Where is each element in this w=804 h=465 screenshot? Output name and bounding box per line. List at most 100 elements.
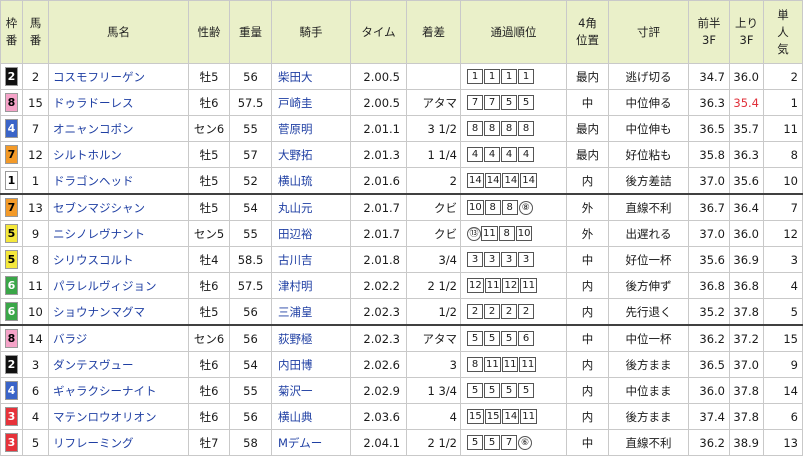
- horse-number: 2: [22, 63, 49, 90]
- table-row: 8 15 ドゥラドーレス 牡6 57.5 戸崎圭 2.00.5 アタマ 7 7 5 5 中中位伸る 36.…: [0, 89, 803, 116]
- horse-name-link[interactable]: ダンテスヴュー: [48, 351, 189, 378]
- jockey-link[interactable]: 柴田大: [271, 63, 351, 90]
- horse-number: 3: [22, 351, 49, 378]
- horse-number: 4: [22, 403, 49, 430]
- margin: 2 1/2: [406, 429, 461, 456]
- popularity: 12: [763, 220, 803, 247]
- last-3f: 35.4: [729, 89, 764, 116]
- horse-name-link[interactable]: コスモフリーゲン: [48, 63, 189, 90]
- jockey-link[interactable]: 横山琉: [271, 167, 351, 195]
- margin: 1 3/4: [406, 377, 461, 404]
- horse-name-link[interactable]: ニシノレヴナント: [48, 220, 189, 247]
- horse-name-link[interactable]: オニャンコポン: [48, 115, 189, 142]
- header-last3f: 上り3F: [729, 0, 764, 64]
- popularity: 2: [763, 63, 803, 90]
- jockey-link[interactable]: 三浦皇: [271, 298, 351, 326]
- last-3f: 36.0: [729, 220, 764, 247]
- horse-name-link[interactable]: シリウスコルト: [48, 246, 189, 273]
- corner4-position: 中: [566, 324, 609, 352]
- jockey-link[interactable]: 戸崎圭: [271, 89, 351, 116]
- race-comment: 直線不利: [608, 193, 689, 221]
- first-3f: 36.5: [688, 115, 730, 142]
- header-jockey: 騎手: [271, 0, 351, 64]
- margin: 2 1/2: [406, 272, 461, 299]
- weight: 57.5: [229, 89, 272, 116]
- passing-position-box: 4: [518, 147, 534, 162]
- jockey-link[interactable]: 菅原明: [271, 115, 351, 142]
- finish-time: 2.03.6: [350, 403, 407, 430]
- popularity: 5: [763, 298, 803, 326]
- header-passing: 通過順位: [460, 0, 567, 64]
- jockey-link[interactable]: 古川吉: [271, 246, 351, 273]
- jockey-link[interactable]: 田辺裕: [271, 220, 351, 247]
- jockey-link[interactable]: Mデムー: [271, 429, 351, 456]
- gate-badge: 1: [5, 171, 18, 190]
- passing-position-box: 5: [467, 435, 483, 450]
- jockey-link[interactable]: 菊沢一: [271, 377, 351, 404]
- passing-order: 5555: [460, 377, 567, 404]
- corner4-position: 中: [566, 246, 609, 273]
- popularity: 1: [763, 89, 803, 116]
- passing-position-box: 10: [515, 226, 533, 241]
- passing-position-box: 5: [501, 95, 517, 110]
- horse-name-link[interactable]: ドラゴンヘッド: [48, 167, 189, 195]
- popularity: 13: [763, 429, 803, 456]
- passing-position-box: 4: [501, 147, 517, 162]
- horse-name-link[interactable]: ショウナンマグマ: [48, 298, 189, 326]
- finish-time: 2.01.8: [350, 246, 407, 273]
- passing-position-box: 11: [501, 357, 519, 372]
- first-3f: 36.3: [688, 89, 730, 116]
- passing-position-box: 5: [467, 331, 483, 346]
- passing-order: 10 8 8 ⑧: [460, 193, 567, 221]
- horse-name-link[interactable]: リフレーミング: [48, 429, 189, 456]
- sex-age: セン5: [188, 220, 230, 247]
- passing-position-circled: ⑬: [467, 226, 481, 241]
- jockey-link[interactable]: 大野拓: [271, 141, 351, 168]
- horse-name-link[interactable]: パラレルヴィジョン: [48, 272, 189, 299]
- last-3f: 37.8: [729, 298, 764, 326]
- gate-cell: 7: [0, 141, 23, 168]
- gate-badge: 4: [5, 381, 18, 400]
- corner4-position: 外: [566, 193, 609, 221]
- last-3f: 36.3: [729, 141, 764, 168]
- table-row: 4 6 ギャラクシーナイト 牡6 55 菊沢一 2.02.9 1 3/4 5 5 5 5 内中位まま 36…: [0, 377, 803, 404]
- sex-age: 牡5: [188, 193, 230, 221]
- horse-number: 5: [22, 429, 49, 456]
- weight: 52: [229, 167, 272, 195]
- jockey-link[interactable]: 内田博: [271, 351, 351, 378]
- horse-name-link[interactable]: セブンマジシャン: [48, 193, 189, 221]
- horse-name-link[interactable]: バラジ: [48, 324, 189, 352]
- passing-order: 2222: [460, 298, 567, 326]
- jockey-link[interactable]: 荻野極: [271, 324, 351, 352]
- first-3f: 37.0: [688, 167, 730, 195]
- passing-position-box: 7: [484, 95, 500, 110]
- passing-position-box: 12: [502, 278, 520, 293]
- corner4-position: 最内: [566, 63, 609, 90]
- gate-cell: 7: [0, 193, 23, 221]
- jockey-link[interactable]: 丸山元: [271, 193, 351, 221]
- margin: 3/4: [406, 246, 461, 273]
- jockey-link[interactable]: 横山典: [271, 403, 351, 430]
- passing-position-box: 3: [501, 252, 517, 267]
- first-3f: 37.0: [688, 220, 730, 247]
- first-3f: 36.7: [688, 193, 730, 221]
- popularity: 14: [763, 377, 803, 404]
- gate-badge: 2: [5, 67, 18, 86]
- horse-number: 11: [22, 272, 49, 299]
- horse-number: 14: [22, 324, 49, 352]
- gate-badge: 6: [5, 276, 18, 295]
- first-3f: 35.6: [688, 246, 730, 273]
- horse-name-link[interactable]: シルトホルン: [48, 141, 189, 168]
- passing-position-box: 14: [467, 173, 484, 188]
- finish-time: 2.01.7: [350, 220, 407, 247]
- header-margin: 着差: [406, 0, 461, 64]
- margin: [406, 63, 461, 90]
- sex-age: 牡4: [188, 246, 230, 273]
- horse-name-link[interactable]: ギャラクシーナイト: [48, 377, 189, 404]
- horse-name-link[interactable]: ドゥラドーレス: [48, 89, 189, 116]
- jockey-link[interactable]: 津村明: [271, 272, 351, 299]
- weight: 54: [229, 351, 272, 378]
- corner4-position: 中: [566, 429, 609, 456]
- horse-name-link[interactable]: マテンロウオリオン: [48, 403, 189, 430]
- passing-position-box: 2: [467, 304, 483, 319]
